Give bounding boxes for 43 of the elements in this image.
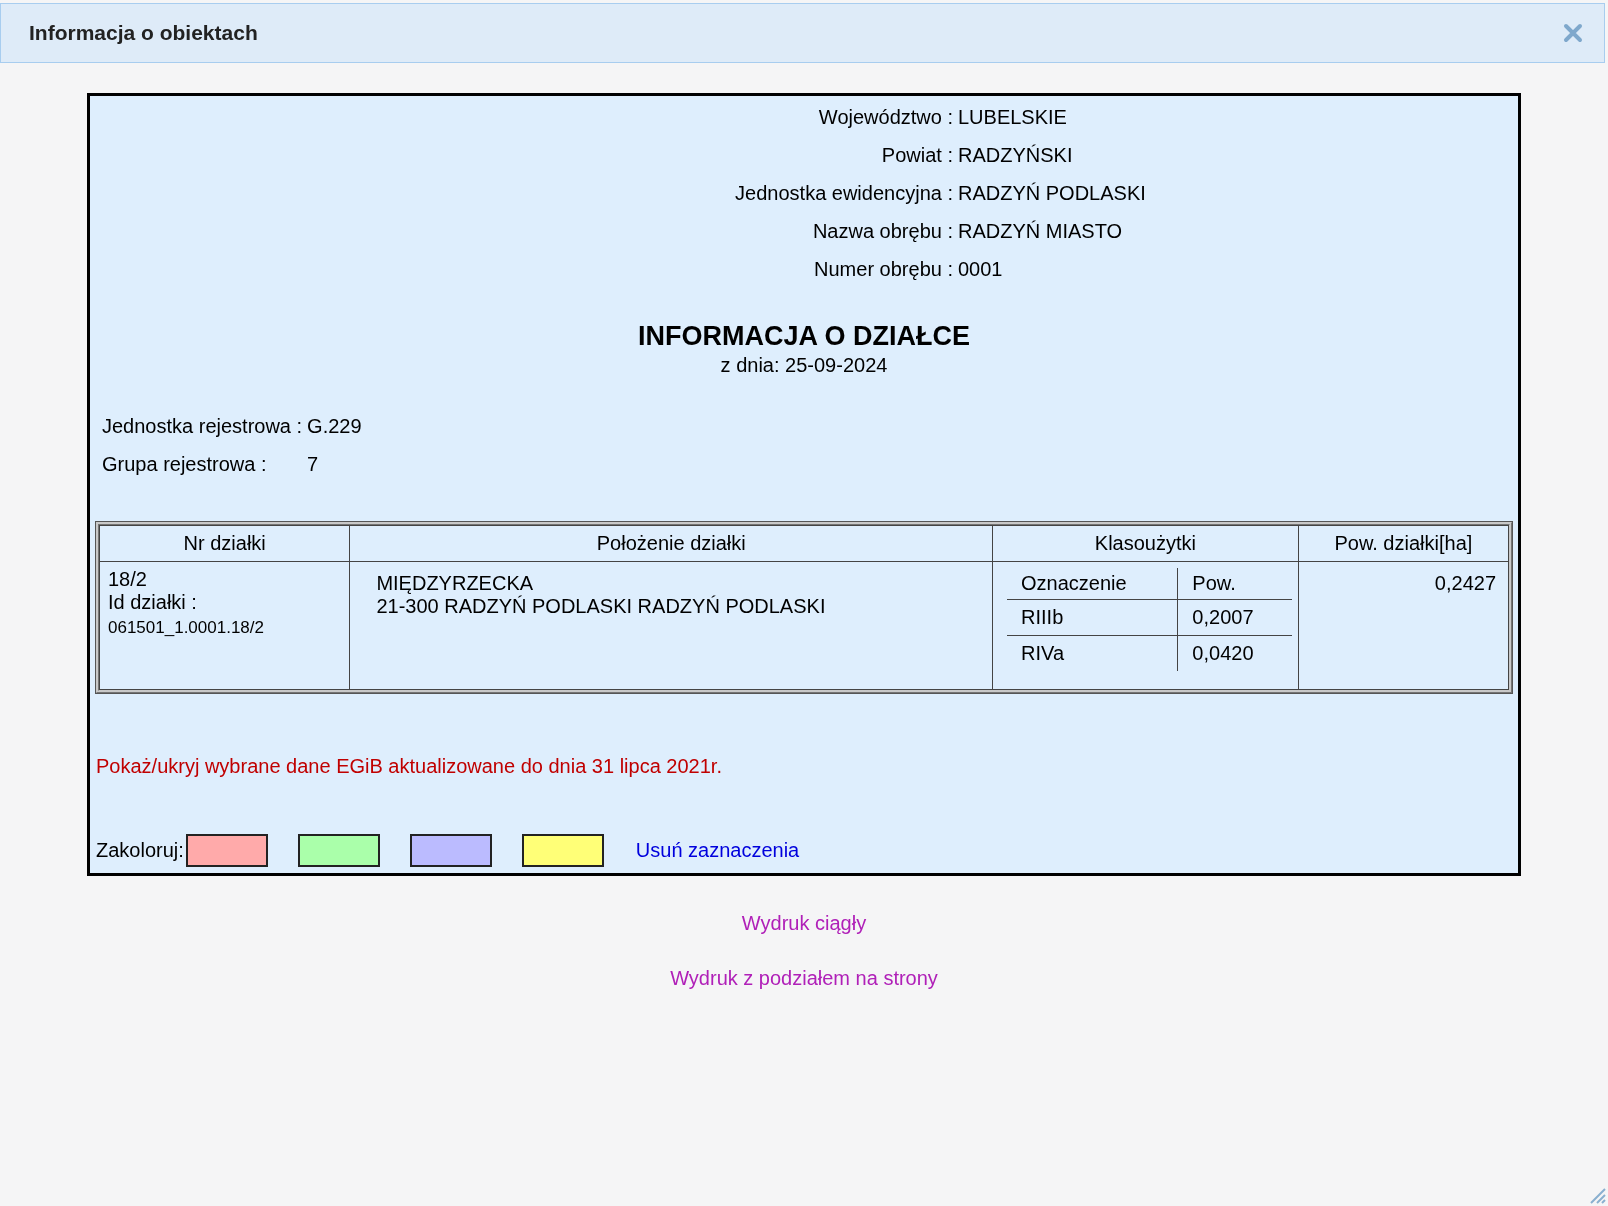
field-label: Jednostka rejestrowa : <box>102 415 303 438</box>
table-cell: RIVa <box>1007 635 1178 671</box>
parcel-id: 061501_1.0001.18/2 <box>108 618 265 638</box>
field-label: Numer obrębu : <box>813 258 953 281</box>
table-cell: 0,0420 <box>1177 635 1293 671</box>
column-header: Położenie działki <box>349 525 993 562</box>
color-swatch[interactable] <box>521 834 604 867</box>
color-swatch[interactable] <box>185 834 268 867</box>
field-label: Jednostka ewidencyjna : <box>734 182 953 205</box>
id-label: Id działki : <box>108 591 198 614</box>
table-cell: 0,2427 <box>1298 561 1509 690</box>
column-header: Oznaczenie <box>1007 568 1178 600</box>
date-text: z dnia: 25-09-2024 <box>719 354 889 377</box>
address-line: 21-300 RADZYŃ PODLASKI RADZYŃ PODLASKI <box>376 595 827 618</box>
column-header: Klasoużytki <box>992 525 1299 562</box>
column-header: Pow. <box>1177 568 1293 600</box>
field-value: 0001 <box>958 258 1004 281</box>
field-value: RADZYŃSKI <box>958 144 1074 167</box>
column-header: Nr działki <box>99 525 350 562</box>
clear-selection-link[interactable]: Usuń zaznaczenia <box>635 839 800 862</box>
field-value: G.229 <box>307 415 363 438</box>
field-value: 7 <box>307 453 320 476</box>
toggle-data-link[interactable]: Pokaż/ukryj wybrane dane EGiB aktualizowane do dnia 31 lipca 2021r. <box>96 755 722 778</box>
color-swatch[interactable] <box>409 834 492 867</box>
field-label: Nazwa obrębu : <box>811 220 953 243</box>
field-label: Województwo : <box>817 106 953 129</box>
print-link[interactable]: Wydruk ciągły <box>741 912 867 935</box>
field-value: LUBELSKIE <box>958 106 1068 129</box>
section-heading: INFORMACJA O DZIAŁCE <box>637 321 971 352</box>
parcel-number: 18/2 <box>108 568 148 591</box>
color-swatch[interactable] <box>297 834 380 867</box>
table-cell: RIIIb <box>1007 599 1178 636</box>
resize-grip-icon[interactable] <box>1588 1186 1606 1204</box>
field-value: RADZYŃ PODLASKI <box>958 182 1147 205</box>
table-cell: 0,2007 <box>1177 599 1293 636</box>
colorize-label: Zakoloruj: <box>96 839 184 862</box>
field-label: Powiat : <box>880 144 953 167</box>
field-label: Grupa rejestrowa : <box>102 453 268 476</box>
column-header: Pow. działki[ha] <box>1298 525 1509 562</box>
field-value: RADZYŃ MIASTO <box>958 220 1124 243</box>
print-link[interactable]: Wydruk z podziałem na strony <box>670 967 938 990</box>
address-line: MIĘDZYRZECKA <box>376 572 535 595</box>
window-title: Informacja o obiektach <box>29 21 258 45</box>
